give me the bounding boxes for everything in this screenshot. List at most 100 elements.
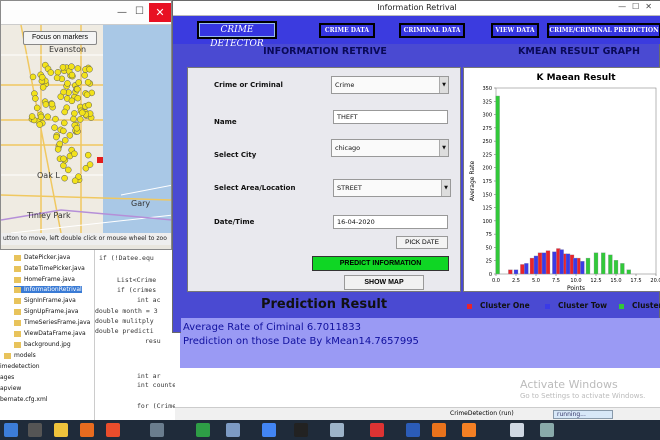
chrome-icon[interactable] bbox=[262, 423, 276, 437]
pick-date-button[interactable]: PICK DATE bbox=[396, 236, 448, 249]
app-icon[interactable] bbox=[226, 423, 240, 437]
crime-marker[interactable] bbox=[86, 161, 94, 168]
tree-file[interactable]: HomeFrame.java bbox=[14, 276, 75, 283]
tree-file[interactable]: DatePicker.java bbox=[14, 254, 70, 261]
crime-marker[interactable] bbox=[60, 88, 67, 96]
crime-marker[interactable] bbox=[56, 140, 63, 148]
crime-marker[interactable] bbox=[85, 101, 92, 109]
tree-node[interactable]: imedetection bbox=[0, 363, 40, 370]
tree-file-selected[interactable]: InformationRetrival bbox=[14, 286, 82, 293]
crime-marker[interactable] bbox=[37, 113, 45, 121]
tree-file[interactable]: DateTimePicker.java bbox=[14, 265, 85, 272]
nav-view-data[interactable]: VIEW DATA bbox=[491, 23, 539, 38]
crime-marker[interactable] bbox=[64, 80, 71, 87]
crime-marker[interactable] bbox=[61, 108, 68, 116]
crime-marker[interactable] bbox=[61, 137, 69, 144]
code-editor[interactable]: if (!Datee.equ List<Crime if (crimes int… bbox=[95, 250, 175, 420]
start-icon[interactable] bbox=[4, 423, 18, 437]
area-select[interactable]: STREET ▼ bbox=[333, 179, 451, 197]
tree-file[interactable]: ViewDataFrame.java bbox=[14, 330, 86, 337]
crime-marker[interactable] bbox=[78, 109, 86, 116]
minimize-icon[interactable]: — bbox=[117, 7, 127, 18]
crime-marker[interactable] bbox=[65, 166, 72, 174]
tree-node[interactable]: ages bbox=[0, 374, 14, 381]
predict-information-button[interactable]: PREDICT INFORMATION bbox=[312, 256, 449, 271]
crime-marker[interactable] bbox=[53, 74, 61, 82]
tree-package[interactable]: models bbox=[4, 352, 36, 359]
crime-marker[interactable] bbox=[53, 133, 60, 141]
tree-file[interactable]: SignInFrame.java bbox=[14, 297, 76, 304]
crime-marker[interactable] bbox=[76, 116, 84, 123]
app-icon[interactable] bbox=[196, 423, 210, 437]
crime-marker[interactable] bbox=[47, 69, 55, 76]
firefox-icon[interactable] bbox=[80, 423, 94, 437]
crime-marker[interactable] bbox=[51, 124, 58, 131]
app-icon[interactable] bbox=[294, 423, 308, 437]
tree-file[interactable]: TimeSeriesFrame.java bbox=[14, 319, 90, 326]
crime-marker[interactable] bbox=[84, 78, 92, 86]
crime-marker[interactable] bbox=[48, 100, 56, 108]
map-view[interactable]: Focus on markers Evanston Gary Tinley Pa… bbox=[1, 25, 171, 233]
crime-marker[interactable] bbox=[74, 94, 82, 102]
crime-marker[interactable] bbox=[60, 127, 67, 135]
crime-marker[interactable] bbox=[52, 115, 59, 123]
maximize-icon[interactable]: ☐ bbox=[135, 6, 144, 17]
crime-marker[interactable] bbox=[32, 95, 39, 102]
close-icon[interactable]: ✕ bbox=[149, 3, 171, 22]
window-controls[interactable]: —☐✕ bbox=[618, 2, 658, 11]
crime-marker[interactable] bbox=[73, 125, 81, 132]
tree-node[interactable]: bernate.cfg.xml bbox=[0, 396, 47, 403]
tree-file[interactable]: background.jpg bbox=[14, 341, 71, 348]
java-icon[interactable] bbox=[510, 423, 524, 437]
crime-marker[interactable] bbox=[68, 97, 76, 105]
crime-marker[interactable] bbox=[70, 115, 77, 123]
crime-marker[interactable] bbox=[68, 63, 75, 70]
app-icon[interactable] bbox=[150, 423, 164, 437]
crime-marker[interactable] bbox=[33, 104, 41, 112]
crime-marker[interactable] bbox=[59, 64, 67, 71]
run-status[interactable]: CrimeDetection (run) bbox=[450, 410, 514, 417]
crime-marker[interactable] bbox=[61, 174, 68, 182]
crime-marker[interactable] bbox=[75, 79, 83, 86]
crime-detector-logo[interactable]: CRIME DETECTOR bbox=[197, 21, 277, 49]
app-icon[interactable] bbox=[432, 423, 446, 437]
nav-crime-data[interactable]: CRIME DATA bbox=[319, 23, 375, 38]
crime-marker[interactable] bbox=[54, 146, 62, 153]
name-input[interactable]: THEFT bbox=[333, 110, 448, 124]
crime-marker[interactable] bbox=[60, 162, 67, 169]
crime-markers[interactable] bbox=[28, 61, 95, 185]
crime-marker[interactable] bbox=[54, 69, 62, 76]
crime-marker[interactable] bbox=[74, 85, 81, 93]
tree-file[interactable]: SignUpFrame.java bbox=[14, 308, 78, 315]
crime-marker[interactable] bbox=[86, 65, 93, 73]
crime-marker[interactable] bbox=[39, 84, 47, 91]
app-icon[interactable] bbox=[330, 423, 344, 437]
crime-marker[interactable] bbox=[71, 110, 78, 117]
show-map-button[interactable]: SHOW MAP bbox=[344, 275, 424, 290]
brave-icon[interactable] bbox=[106, 423, 120, 437]
word-icon[interactable] bbox=[406, 423, 420, 437]
app-icon[interactable] bbox=[540, 423, 554, 437]
crime-marker[interactable] bbox=[44, 113, 51, 121]
crime-marker[interactable] bbox=[83, 91, 91, 99]
crime-marker[interactable] bbox=[81, 72, 88, 79]
crime-marker[interactable] bbox=[66, 132, 74, 139]
crime-marker[interactable] bbox=[42, 101, 50, 108]
crime-marker[interactable] bbox=[84, 151, 92, 159]
file-explorer-icon[interactable] bbox=[54, 423, 68, 437]
crime-marker[interactable] bbox=[71, 150, 78, 158]
nav-criminal-data[interactable]: CRIMINAL DATA bbox=[399, 23, 465, 38]
crime-marker[interactable] bbox=[36, 121, 43, 128]
crime-marker[interactable] bbox=[39, 73, 46, 81]
crime-marker[interactable] bbox=[74, 65, 82, 72]
nav-prediction[interactable]: CRIME/CRIMINAL PREDICTION bbox=[547, 23, 660, 38]
search-icon[interactable] bbox=[28, 423, 42, 437]
tree-node[interactable]: apview bbox=[0, 385, 21, 392]
crime-marker[interactable] bbox=[29, 73, 37, 81]
date-input[interactable]: 16-04-2020 bbox=[333, 215, 448, 229]
crime-marker[interactable] bbox=[71, 177, 79, 185]
crime-marker[interactable] bbox=[68, 71, 76, 79]
focus-markers-button[interactable]: Focus on markers bbox=[23, 31, 97, 45]
crime-marker[interactable] bbox=[61, 119, 68, 127]
app-icon[interactable] bbox=[370, 423, 384, 437]
